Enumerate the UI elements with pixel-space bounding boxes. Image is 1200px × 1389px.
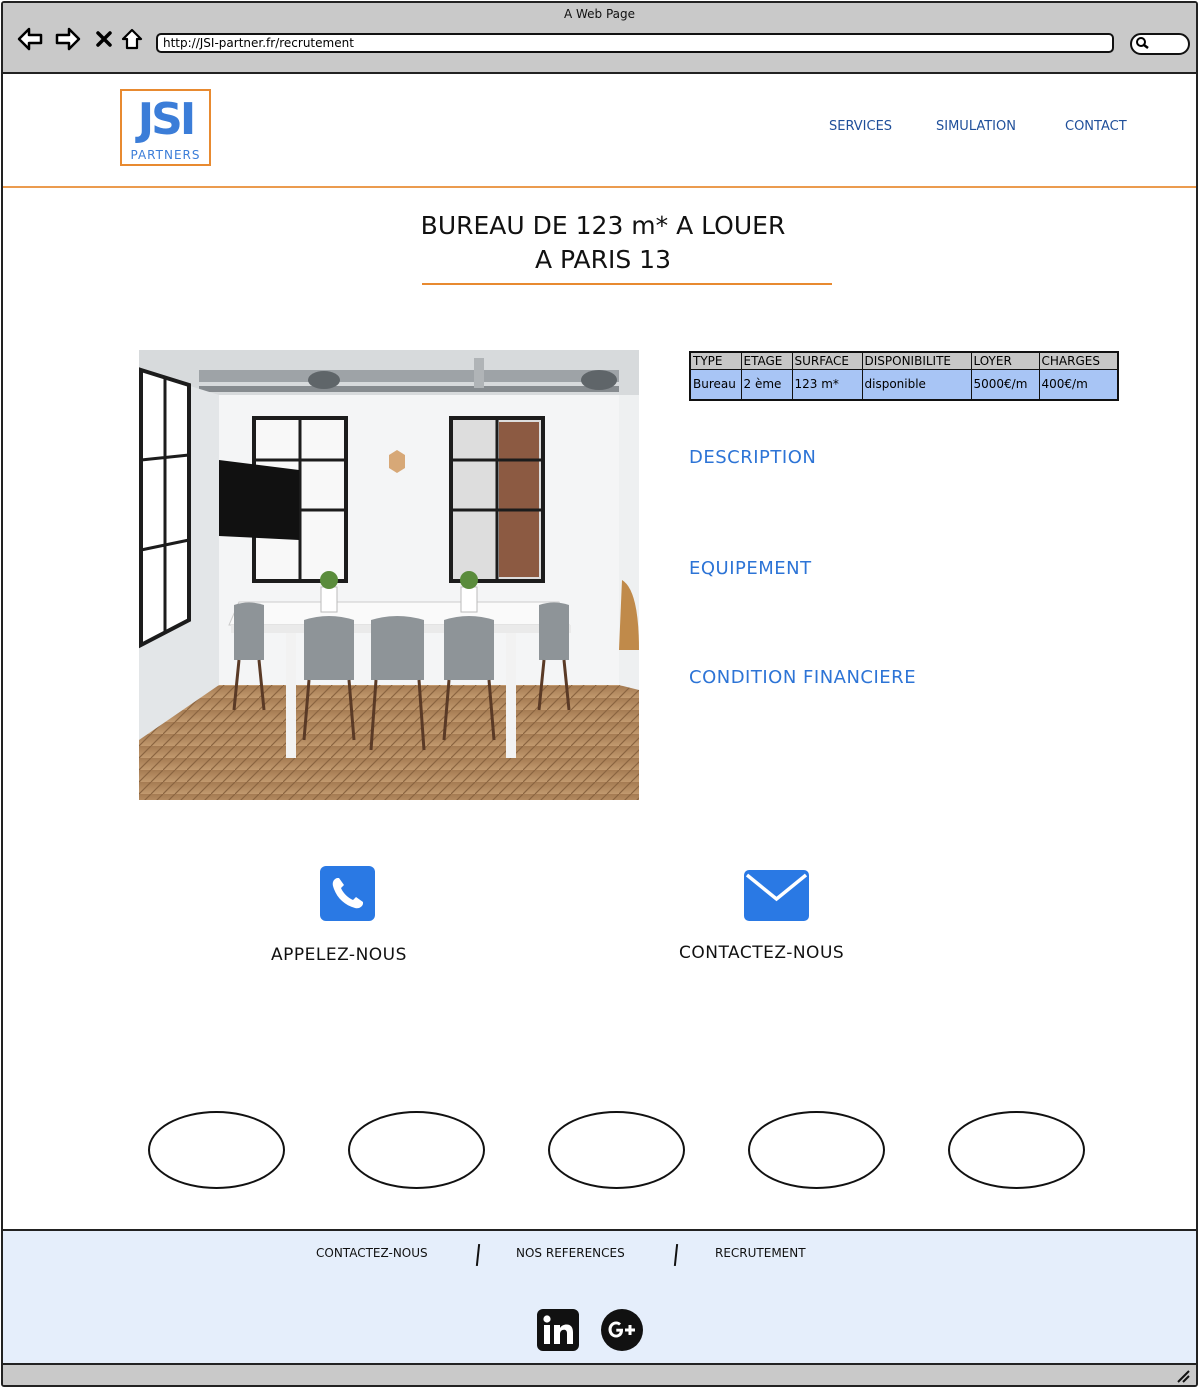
page-footer: CONTACTEZ-NOUS NOS REFERENCES RECRUTEMEN… (3, 1229, 1196, 1363)
logo-subtitle: PARTNERS (130, 148, 201, 162)
nav-services[interactable]: SERVICES (829, 119, 892, 134)
listing-title-line1: BUREAU DE 123 m* A LOUER (420, 211, 786, 240)
listing-title-line2: A PARIS 13 (535, 245, 671, 274)
specs-header-etage: ETAGE (740, 351, 793, 370)
title-underline (422, 283, 832, 285)
specs-value-loyer: 5000€/m (970, 368, 1040, 401)
window-title: A Web Page (563, 7, 636, 21)
specs-header-surface: SURFACE (791, 351, 863, 370)
partner-placeholder-4 (748, 1111, 885, 1189)
resize-grip-icon[interactable] (1176, 1369, 1190, 1383)
browser-window: A Web Page http://JSI-partner.fr/recrute… (1, 1, 1198, 1387)
browser-toolbar: A Web Page http://JSI-partner.fr/recrute… (3, 3, 1196, 74)
footer-link-contact[interactable]: CONTACTEZ-NOUS (316, 1246, 428, 1260)
specs-value-surface: 123 m* (791, 368, 863, 401)
logo-wordmark: JSI (137, 94, 196, 145)
specs-header-charges: CHARGES (1038, 351, 1119, 370)
home-icon[interactable] (118, 25, 146, 53)
envelope-icon[interactable] (744, 870, 809, 921)
contact-us-label[interactable]: CONTACTEZ-NOUS (679, 943, 844, 963)
specs-value-charges: 400€/m (1038, 368, 1119, 401)
footer-link-recruitment[interactable]: RECRUTEMENT (715, 1246, 806, 1260)
browser-search-field[interactable] (1130, 33, 1190, 55)
header-divider (3, 186, 1196, 188)
back-arrow-icon[interactable] (16, 25, 44, 53)
office-photo (139, 350, 639, 800)
partner-placeholder-2 (348, 1111, 485, 1189)
phone-icon[interactable] (320, 866, 375, 921)
footer-link-references[interactable]: NOS REFERENCES (516, 1246, 625, 1260)
linkedin-icon[interactable] (537, 1309, 579, 1351)
close-icon[interactable] (90, 25, 118, 53)
forward-arrow-icon[interactable] (54, 25, 82, 53)
specs-header-row: TYPE ETAGE SURFACE DISPONIBILITE LOYER C… (689, 351, 1119, 370)
specs-value-row: Bureau 2 ème 123 m* disponible 5000€/m 4… (689, 368, 1119, 401)
specs-value-disponibilite: disponible (861, 368, 972, 401)
specs-table: TYPE ETAGE SURFACE DISPONIBILITE LOYER C… (689, 351, 1119, 401)
section-equipment[interactable]: EQUIPEMENT (689, 558, 812, 579)
partner-placeholder-5 (948, 1111, 1085, 1189)
nav-contact[interactable]: CONTACT (1065, 119, 1127, 134)
nav-simulation[interactable]: SIMULATION (936, 119, 1016, 134)
listing-title: BUREAU DE 123 m* A LOUER A PARIS 13 (363, 209, 843, 277)
google-plus-icon[interactable] (601, 1309, 643, 1351)
call-us-label[interactable]: APPELEZ-NOUS (271, 945, 407, 965)
partner-placeholder-1 (148, 1111, 285, 1189)
specs-header-loyer: LOYER (970, 351, 1040, 370)
specs-header-disponibilite: DISPONIBILITE (861, 351, 972, 370)
partner-placeholder-3 (548, 1111, 685, 1189)
section-financial-conditions[interactable]: CONDITION FINANCIERE (689, 667, 916, 688)
footer-separator (475, 1243, 481, 1267)
address-bar[interactable]: http://JSI-partner.fr/recrutement (156, 33, 1114, 53)
jsi-partners-logo[interactable]: JSI PARTNERS (120, 89, 211, 166)
browser-status-bar (3, 1363, 1196, 1385)
specs-value-etage: 2 ème (740, 368, 793, 401)
section-description[interactable]: DESCRIPTION (689, 447, 816, 468)
footer-separator (673, 1243, 679, 1267)
search-icon (1136, 37, 1149, 49)
specs-value-type: Bureau (689, 368, 742, 401)
specs-header-type: TYPE (689, 351, 742, 370)
